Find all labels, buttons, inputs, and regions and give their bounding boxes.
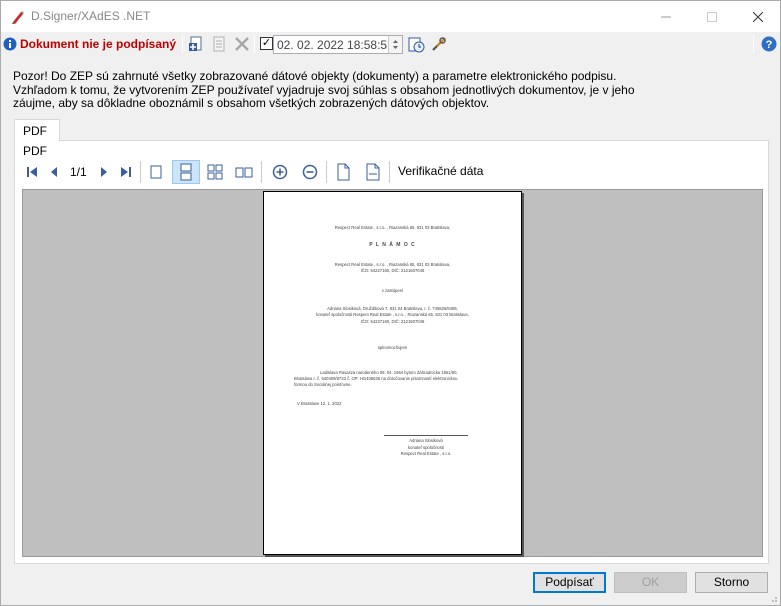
svg-text:?: ?: [766, 39, 773, 51]
timestamp-datetime-value: 02. 02. 2022 18:58:57: [277, 38, 394, 52]
sign-button[interactable]: Podpísať: [533, 572, 606, 593]
toolbar-separator: [753, 35, 754, 53]
help-icon[interactable]: ?: [760, 35, 778, 53]
signature-status: Dokument nie je podpísaný: [3, 35, 176, 53]
tab-pdf[interactable]: PDF: [14, 119, 60, 141]
status-text: Dokument nie je podpísaný: [20, 37, 177, 51]
zoom-in-icon[interactable]: [271, 163, 289, 181]
doc-line: Adriana Slosiková, Druždiková 7, 831 04 …: [327, 306, 458, 311]
timestamp-settings-icon[interactable]: [407, 35, 425, 53]
main-toolbar: Dokument nie je podpísaný ✓ 02. 02. 2022…: [1, 32, 780, 57]
single-page-icon[interactable]: [147, 163, 165, 181]
doc-line: konateľ spoločnosti Respect Real Estate …: [316, 312, 469, 317]
cancel-button[interactable]: Storno: [695, 572, 768, 593]
signature-line: [384, 435, 468, 436]
doc-line: Ladislava Ravasza narodeného 09. 04. 196…: [320, 370, 458, 375]
window-title: D.Signer/XAdES .NET: [31, 9, 151, 23]
doc-line: Respect Real Estate , s.r.o. , Riazanská…: [334, 262, 451, 267]
fit-width-icon[interactable]: [364, 163, 382, 181]
timestamp-datetime-field[interactable]: 02. 02. 2022 18:58:57: [273, 35, 403, 54]
remove-icon[interactable]: [233, 35, 251, 53]
pen-icon: [12, 11, 24, 24]
doc-line: konateľ spoločnosti: [408, 445, 444, 450]
facing-pages-continuous-icon[interactable]: [206, 163, 224, 181]
next-page-icon[interactable]: [95, 163, 113, 181]
pdf-viewer-area[interactable]: Respect Real Estate , s.r.o. , Riazanská…: [22, 189, 763, 557]
spinner-arrows-icon: [393, 40, 398, 49]
last-page-icon[interactable]: [117, 163, 135, 181]
pdf-viewer-toolbar: 1/1 Verifikačné dáta: [21, 159, 766, 185]
fit-page-icon[interactable]: [334, 163, 352, 181]
maximize-button[interactable]: [689, 1, 735, 32]
doc-line: Bratislava r. č. 640409/8733 č. OP: HG40…: [294, 376, 458, 381]
timestamp-checkbox[interactable]: ✓: [260, 37, 273, 50]
doc-line: v zastúpení: [381, 288, 404, 293]
pdf-page: Respect Real Estate , s.r.o. , Riazanská…: [263, 191, 522, 555]
doc-line: formou do Sociálnej poisťovne.: [294, 382, 352, 387]
ok-button[interactable]: OK: [614, 572, 687, 593]
signature-notice: Pozor! Do ZEP sú zahrnuté všetky zobrazo…: [13, 69, 773, 111]
page-indicator: 1/1: [70, 165, 87, 179]
maximize-icon: [707, 11, 717, 22]
first-page-icon[interactable]: [23, 163, 41, 181]
resize-grip-icon[interactable]: [768, 593, 778, 603]
doc-line: Respect Real Estate , s.r.o.: [400, 451, 452, 456]
doc-line: Adriana Slosiková: [409, 438, 443, 443]
close-button[interactable]: [735, 1, 781, 32]
notice-line: Vzhľadom k tomu, že vytvorením ZEP použí…: [13, 82, 635, 97]
notice-line: Pozor! Do ZEP sú zahrnuté všetky zobrazo…: [13, 69, 617, 83]
viewer-label: PDF: [23, 144, 47, 158]
verification-data-link[interactable]: Verifikačné dáta: [398, 164, 483, 178]
viewer-separator: [140, 161, 141, 183]
toolbar-separator: [182, 35, 183, 53]
zoom-out-icon[interactable]: [301, 163, 319, 181]
facing-pages-icon[interactable]: [235, 163, 253, 181]
title-bar: D.Signer/XAdES .NET: [1, 1, 780, 32]
minimize-button[interactable]: [643, 1, 689, 32]
datetime-spinner[interactable]: [388, 36, 402, 53]
toolbar-separator: [254, 35, 255, 53]
add-document-icon[interactable]: [187, 35, 205, 53]
minimize-icon: [661, 16, 671, 17]
viewer-separator: [261, 161, 262, 183]
tools-icon[interactable]: [430, 35, 448, 53]
doc-line: V Bratislave 12. 1. 2022: [297, 401, 342, 406]
viewer-separator: [389, 161, 390, 183]
info-icon: [3, 37, 17, 51]
app-window: D.Signer/XAdES .NET Dokument nie je podp…: [0, 0, 781, 606]
doc-title: P L N Á M O C: [369, 242, 416, 248]
doc-line: IČO: 54227160, DIČ: 2121607048: [360, 268, 425, 273]
previous-page-icon[interactable]: [45, 163, 63, 181]
continuous-view-button[interactable]: [172, 160, 200, 184]
doc-line: IČO: 54227160, DIČ: 2121607048: [360, 319, 425, 324]
tab-label: PDF: [23, 124, 47, 138]
viewer-separator: [326, 161, 327, 183]
close-icon: [753, 11, 763, 22]
document-properties-icon[interactable]: [210, 35, 228, 53]
notice-line: záujme, aby sa dôkladne oboznámil s obsa…: [13, 96, 490, 110]
continuous-page-icon: [180, 163, 192, 181]
doc-line: splnomocňujem: [377, 345, 408, 350]
doc-line: Respect Real Estate , s.r.o. , Riazanská…: [334, 225, 451, 230]
